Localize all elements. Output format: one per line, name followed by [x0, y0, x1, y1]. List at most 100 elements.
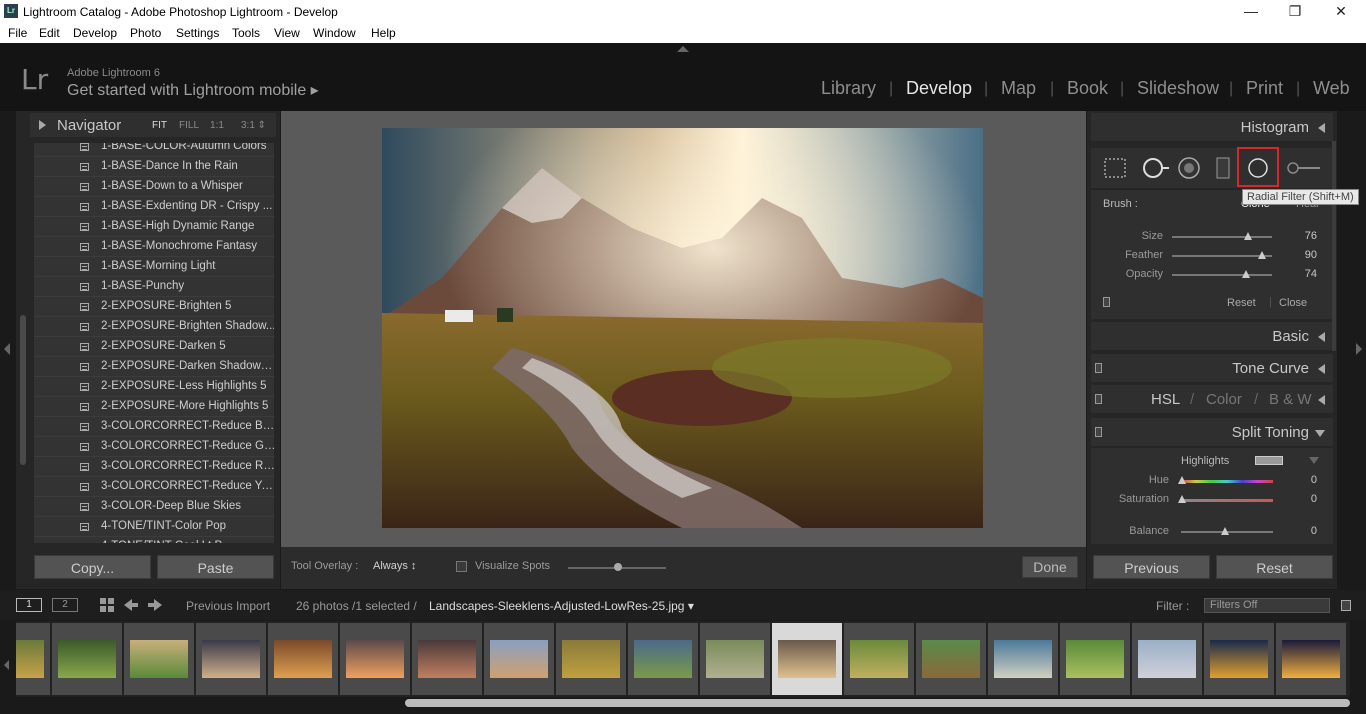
feather-slider-thumb[interactable] [1258, 251, 1266, 259]
paste-button[interactable]: Paste [157, 555, 274, 579]
filmstrip-cell[interactable] [700, 623, 770, 695]
preset-item[interactable]: 1-BASE-Monochrome Fantasy [34, 237, 274, 257]
main-window-button[interactable]: 1 [16, 598, 42, 612]
preset-item[interactable]: 2-EXPOSURE-More Highlights 5 [34, 397, 274, 417]
zoom-3-1[interactable]: 3:1 ⇕ [241, 120, 266, 131]
color-picker-arrow-icon[interactable] [1309, 457, 1319, 464]
thumbnail-image[interactable] [1138, 640, 1196, 678]
filmstrip-cell[interactable] [916, 623, 986, 695]
hsl-header[interactable]: HSL / Color / B & W [1091, 385, 1333, 413]
thumbnail-image[interactable] [490, 640, 548, 678]
thumbnail-image[interactable] [1066, 640, 1124, 678]
preset-item[interactable]: 2-EXPOSURE-Darken Shadows 4 [34, 357, 274, 377]
menu-photo[interactable]: Photo [130, 26, 161, 40]
tool-overlay-select[interactable]: Always ↕ [373, 560, 416, 572]
balance-slider-thumb[interactable] [1221, 527, 1229, 535]
menu-help[interactable]: Help [371, 26, 396, 40]
thumbnail-image[interactable] [274, 640, 332, 678]
module-slideshow[interactable]: Slideshow [1137, 78, 1219, 99]
restore-button[interactable]: ❐ [1272, 1, 1318, 21]
grid-view-icon[interactable] [99, 597, 115, 613]
panel-switch-icon[interactable] [1095, 427, 1102, 437]
preset-item[interactable]: 1-BASE-High Dynamic Range [34, 217, 274, 237]
color-tab[interactable]: Color [1206, 391, 1242, 408]
navigator-header[interactable]: Navigator FIT FILL 1:1 3:1 ⇕ [30, 113, 276, 137]
collapse-arrow-icon[interactable] [1318, 123, 1325, 133]
filmstrip-cell[interactable] [1204, 623, 1274, 695]
preset-item[interactable]: 1-BASE-Punchy [34, 277, 274, 297]
hsl-tab[interactable]: HSL [1151, 391, 1180, 408]
size-value[interactable]: 76 [1287, 230, 1317, 242]
filmstrip-cell[interactable] [628, 623, 698, 695]
red-eye-icon[interactable] [1177, 156, 1201, 180]
filmstrip-left-icon[interactable] [4, 660, 9, 670]
done-button[interactable]: Done [1022, 556, 1078, 578]
close-window-button[interactable]: ✕ [1318, 1, 1364, 21]
expand-arrow-icon[interactable] [1315, 430, 1325, 437]
thumbnail-image[interactable] [562, 640, 620, 678]
preset-item[interactable]: 1-BASE-Morning Light [34, 257, 274, 277]
zoom-fill[interactable]: FILL [179, 120, 199, 131]
crop-overlay-icon[interactable] [1103, 157, 1127, 179]
thumbnail-image[interactable] [202, 640, 260, 678]
thumbnail-image[interactable] [634, 640, 692, 678]
saturation-slider-track[interactable] [1181, 499, 1273, 502]
right-panel-toggle-icon[interactable] [1356, 343, 1362, 355]
thumbnail-image[interactable] [16, 640, 44, 678]
visualize-threshold-thumb[interactable] [614, 563, 622, 571]
filmstrip-cell[interactable] [1276, 623, 1346, 695]
reset-button[interactable]: Reset [1216, 555, 1333, 579]
filmstrip-cell[interactable] [124, 623, 194, 695]
feather-value[interactable]: 90 [1287, 249, 1317, 261]
module-develop[interactable]: Develop [906, 78, 972, 99]
filmstrip-cell[interactable] [772, 623, 842, 695]
module-book[interactable]: Book [1067, 78, 1108, 99]
thumbnail-image[interactable] [346, 640, 404, 678]
filter-select[interactable]: Filters Off [1204, 598, 1330, 613]
collapse-arrow-icon[interactable] [1318, 332, 1325, 342]
module-print[interactable]: Print [1246, 78, 1283, 99]
preset-item[interactable]: 2-EXPOSURE-Brighten 5 [34, 297, 274, 317]
top-panel-toggle-icon[interactable] [677, 46, 689, 52]
panel-switch-icon[interactable] [1095, 363, 1102, 373]
basic-header[interactable]: Basic [1091, 322, 1333, 350]
filmstrip-cell[interactable] [844, 623, 914, 695]
previous-button[interactable]: Previous [1093, 555, 1210, 579]
opacity-slider-thumb[interactable] [1242, 270, 1250, 278]
size-slider-track[interactable] [1172, 236, 1272, 238]
highlights-color-swatch[interactable] [1255, 456, 1283, 465]
image-canvas[interactable] [281, 111, 1086, 547]
graduated-filter-icon[interactable] [1215, 156, 1231, 180]
preset-item[interactable]: 1-BASE-Down to a Whisper [34, 177, 274, 197]
opacity-slider-track[interactable] [1172, 274, 1272, 276]
filter-lock-icon[interactable] [1341, 600, 1351, 611]
filmstrip-cell[interactable] [268, 623, 338, 695]
preset-item[interactable]: 1-BASE-Dance In the Rain [34, 157, 274, 177]
opacity-value[interactable]: 74 [1287, 268, 1317, 280]
filmstrip-cell[interactable] [16, 623, 50, 695]
expand-arrow-icon[interactable] [39, 120, 46, 130]
copy-button[interactable]: Copy... [34, 555, 151, 579]
thumbnail-image[interactable] [994, 640, 1052, 678]
preset-item[interactable]: 3-COLOR-Deep Blue Skies [34, 497, 274, 517]
filmstrip-cell[interactable] [988, 623, 1058, 695]
back-arrow-icon[interactable] [123, 598, 139, 612]
filmstrip-cell[interactable] [556, 623, 626, 695]
thumbnail-image[interactable] [58, 640, 116, 678]
main-photo[interactable] [382, 128, 983, 528]
spot-reset-button[interactable]: Reset [1227, 297, 1256, 309]
thumbnail-image[interactable] [418, 640, 476, 678]
menu-tools[interactable]: Tools [232, 26, 260, 40]
menu-edit[interactable]: Edit [39, 26, 60, 40]
size-slider-thumb[interactable] [1244, 232, 1252, 240]
mobile-cta-link[interactable]: Get started with Lightroom mobile ▸ [67, 80, 319, 100]
filmstrip-cell[interactable] [340, 623, 410, 695]
feather-slider-track[interactable] [1172, 255, 1272, 257]
menu-settings[interactable]: Settings [176, 26, 219, 40]
menu-view[interactable]: View [274, 26, 300, 40]
module-map[interactable]: Map [1001, 78, 1036, 99]
filmstrip-cell[interactable] [1132, 623, 1202, 695]
tone-curve-header[interactable]: Tone Curve [1091, 354, 1333, 382]
preset-item[interactable]: 3-COLORCORRECT-Reduce Re... [34, 457, 274, 477]
split-toning-header[interactable]: Split Toning [1091, 418, 1333, 446]
